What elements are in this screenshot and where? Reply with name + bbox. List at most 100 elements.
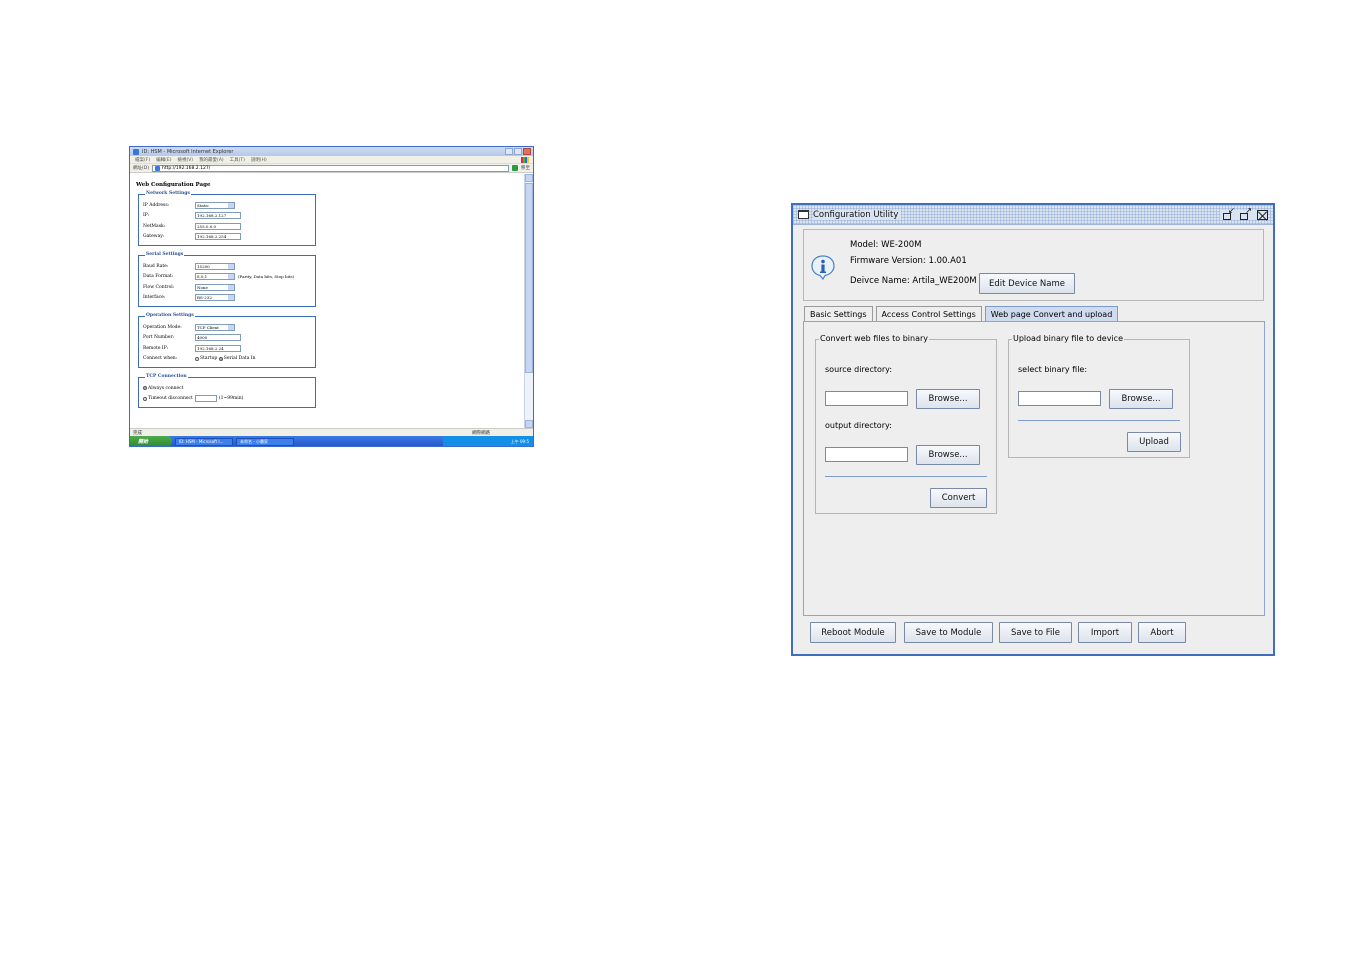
browse-source-button[interactable]: Browse... bbox=[916, 389, 980, 409]
always-connect-label: Always connect bbox=[148, 385, 184, 391]
serial-settings-group: Serial Settings Baud Rate: 15200 Data For… bbox=[138, 252, 316, 307]
convert-group-legend: Convert web files to binary bbox=[819, 334, 930, 343]
menu-tools[interactable]: 工具(T) bbox=[230, 157, 245, 163]
minimize-icon[interactable] bbox=[505, 148, 513, 155]
address-input[interactable]: http://192.168.2.127/ bbox=[151, 164, 509, 172]
system-tray: 上午 09:5 bbox=[443, 436, 533, 446]
browser-titlebar: ID: HSM - Microsoft Internet Explorer bbox=[130, 147, 533, 156]
serial-data-in-label: Serial Data In bbox=[223, 356, 256, 362]
baud-rate-label: Baud Rate: bbox=[143, 263, 169, 269]
ip-label: IP: bbox=[143, 213, 150, 219]
device-name-label: Deivce Name: Artila_WE200M bbox=[850, 276, 977, 286]
baud-rate-select[interactable]: 15200 bbox=[195, 262, 235, 270]
always-connect-radio[interactable] bbox=[143, 386, 147, 391]
scroll-down-icon[interactable] bbox=[525, 420, 533, 428]
startup-radio[interactable] bbox=[195, 356, 199, 361]
output-directory-input[interactable] bbox=[825, 447, 908, 462]
interface-label: Interface: bbox=[143, 295, 166, 301]
maximize-icon[interactable] bbox=[1240, 206, 1252, 220]
timeout-input[interactable] bbox=[194, 395, 217, 403]
port-number-label: Port Number: bbox=[143, 335, 175, 341]
gateway-label: Gateway: bbox=[143, 234, 165, 240]
maximize-icon[interactable] bbox=[514, 148, 522, 155]
ip-address-select[interactable]: Static bbox=[195, 201, 235, 209]
timeout-disconnect-label: Timeout disconnect bbox=[148, 396, 193, 402]
ip-address-label: IP Address: bbox=[143, 202, 170, 208]
minimize-icon[interactable] bbox=[1223, 206, 1235, 220]
reboot-module-button[interactable]: Reboot Module bbox=[810, 622, 896, 643]
netmask-label: NetMask: bbox=[143, 223, 166, 229]
flow-control-select[interactable]: None bbox=[195, 283, 235, 291]
menu-view[interactable]: 檢視(V) bbox=[177, 157, 193, 163]
port-number-input[interactable]: 4000 bbox=[195, 334, 241, 342]
browser-menubar: 檔案(F) 編輯(E) 檢視(V) 我的最愛(A) 工具(T) 說明(H) bbox=[130, 156, 533, 164]
save-to-file-button[interactable]: Save to File bbox=[999, 622, 1072, 643]
browser-window-controls bbox=[505, 148, 533, 155]
start-button[interactable]: 開始 bbox=[130, 436, 172, 446]
import-button[interactable]: Import bbox=[1078, 622, 1132, 643]
output-directory-label: output directory: bbox=[825, 421, 892, 430]
upload-group: Upload binary file to device select bina… bbox=[1008, 334, 1190, 458]
operation-mode-select[interactable]: TCP Client bbox=[195, 323, 235, 331]
timeout-disconnect-radio[interactable] bbox=[143, 396, 147, 401]
separator bbox=[825, 476, 987, 477]
info-icon bbox=[811, 255, 835, 280]
window-title: Configuration Utility bbox=[813, 209, 902, 220]
convert-group: Convert web files to binary source direc… bbox=[815, 334, 997, 514]
binary-file-input[interactable] bbox=[1018, 391, 1101, 406]
browse-output-button[interactable]: Browse... bbox=[916, 445, 980, 465]
window-titlebar[interactable]: Configuration Utility bbox=[793, 205, 1273, 225]
menu-favorites[interactable]: 我的最愛(A) bbox=[199, 157, 224, 163]
go-label[interactable]: 移至 bbox=[521, 165, 530, 171]
operation-settings-legend: Operation Settings bbox=[145, 313, 195, 318]
netmask-input[interactable]: 255.0.0.0 bbox=[195, 222, 241, 230]
tab-basic-settings[interactable]: Basic Settings bbox=[804, 306, 873, 322]
upload-button[interactable]: Upload bbox=[1127, 432, 1181, 452]
window-controls bbox=[1220, 206, 1268, 220]
save-to-module-button[interactable]: Save to Module bbox=[904, 622, 993, 643]
status-zone: 網際網路 bbox=[472, 430, 490, 436]
tab-strip: Basic Settings Access Control Settings W… bbox=[804, 306, 1121, 322]
configuration-utility-window: Configuration Utility Model: WE-200M Fir… bbox=[791, 203, 1275, 656]
ip-input[interactable]: 192.168.2.127 bbox=[195, 212, 241, 220]
firmware-label: Firmware Version: 1.00.A01 bbox=[850, 256, 967, 266]
taskbar-item-ie[interactable]: ID: HSM - Microsoft I... bbox=[175, 437, 233, 446]
operation-mode-label: Operation Mode: bbox=[143, 324, 182, 330]
menu-file[interactable]: 檔案(F) bbox=[135, 157, 150, 163]
remote-ip-input[interactable]: 192.168.2.24 bbox=[195, 344, 241, 352]
serial-data-in-radio[interactable] bbox=[218, 356, 223, 361]
timeout-unit: (1~99min) bbox=[218, 396, 244, 402]
scroll-thumb[interactable] bbox=[525, 183, 533, 373]
gateway-input[interactable]: 192.168.2.254 bbox=[195, 233, 241, 241]
scroll-up-icon[interactable] bbox=[525, 174, 533, 182]
taskbar-item-paint[interactable]: 未命名 - 小畫家 bbox=[236, 437, 294, 446]
tab-web-page-convert[interactable]: Web page Convert and upload bbox=[984, 306, 1119, 322]
browser-screenshot: ID: HSM - Microsoft Internet Explorer 檔案… bbox=[129, 146, 534, 447]
abort-button[interactable]: Abort bbox=[1138, 622, 1186, 643]
remote-ip-label: Remote IP: bbox=[143, 345, 169, 351]
close-icon[interactable] bbox=[523, 148, 531, 155]
windows-taskbar: 開始 ID: HSM - Microsoft I... 未命名 - 小畫家 上午… bbox=[130, 436, 533, 446]
upload-group-legend: Upload binary file to device bbox=[1012, 334, 1124, 343]
serial-settings-legend: Serial Settings bbox=[145, 252, 185, 257]
browse-binary-button[interactable]: Browse... bbox=[1109, 389, 1173, 409]
interface-select[interactable]: RS-232 bbox=[195, 294, 235, 302]
page-scrollbar[interactable] bbox=[524, 174, 533, 428]
model-label: Model: WE-200M bbox=[850, 240, 922, 250]
tab-access-control-settings[interactable]: Access Control Settings bbox=[875, 306, 982, 322]
edit-device-name-button[interactable]: Edit Device Name bbox=[979, 273, 1075, 294]
go-icon[interactable] bbox=[512, 165, 518, 171]
address-value: http://192.168.2.127/ bbox=[161, 165, 211, 171]
data-format-select[interactable]: 8,0,1 bbox=[195, 273, 235, 281]
menu-edit[interactable]: 編輯(E) bbox=[156, 157, 171, 163]
close-icon[interactable] bbox=[1257, 209, 1268, 220]
convert-button[interactable]: Convert bbox=[930, 488, 987, 508]
browser-statusbar: 完成 網際網路 bbox=[130, 428, 533, 436]
windows-flag-icon bbox=[521, 156, 529, 163]
source-directory-input[interactable] bbox=[825, 391, 908, 406]
address-label: 網址(D) bbox=[133, 166, 149, 171]
menu-help[interactable]: 說明(H) bbox=[251, 157, 267, 163]
tab-panel: Convert web files to binary source direc… bbox=[803, 321, 1265, 616]
startup-label: Startup bbox=[200, 356, 218, 362]
data-format-note: (Parity, Data bits, Stop bits) bbox=[238, 274, 295, 280]
